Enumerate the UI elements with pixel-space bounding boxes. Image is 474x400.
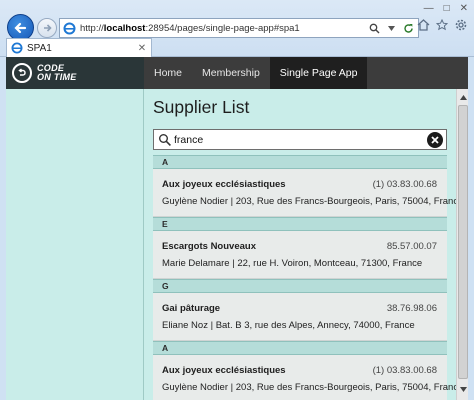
brand-logo[interactable]: CODE ON TIME <box>6 57 144 89</box>
browser-toolbar-icons <box>416 18 468 32</box>
group-header: E <box>153 217 447 231</box>
tab-close-button[interactable]: ✕ <box>136 43 148 54</box>
favorites-button[interactable] <box>435 18 449 32</box>
group-header: G <box>153 279 447 293</box>
supplier-name: Aux joyeux ecclésiastiques <box>162 179 286 190</box>
address-search-button[interactable] <box>367 21 381 35</box>
forward-button[interactable] <box>37 18 57 38</box>
chevron-up-icon <box>459 94 467 100</box>
star-icon <box>436 19 448 31</box>
supplier-address: Guylène Nodier | 203, Rue des Francs-Bou… <box>162 196 456 207</box>
list-item[interactable]: Escargots Nouveaux 85.57.00.07 Marie Del… <box>153 231 447 279</box>
scrollbar-thumb[interactable] <box>458 105 468 379</box>
supplier-address: Marie Delamare | 22, rue H. Voiron, Mont… <box>162 258 423 269</box>
ie-logo-icon <box>11 42 23 54</box>
supplier-phone: 38.76.98.06 <box>386 303 437 314</box>
scroll-up-button[interactable] <box>457 91 469 103</box>
clear-search-button[interactable] <box>427 131 443 148</box>
brand-text: CODE ON TIME <box>37 64 77 82</box>
page-title: Supplier List <box>153 97 250 117</box>
refresh-icon <box>403 23 413 33</box>
main-content: Supplier List france A Aux joyeux ecclés… <box>144 89 456 400</box>
dropdown-button[interactable] <box>384 21 398 35</box>
scroll-down-button[interactable] <box>457 383 469 395</box>
supplier-name: Aux joyeux ecclésiastiques <box>162 365 286 376</box>
sidebar <box>6 89 144 400</box>
list-item[interactable]: Aux joyeux ecclésiastiques (1) 03.83.00.… <box>153 355 456 400</box>
supplier-phone: 85.57.00.07 <box>386 241 437 252</box>
window-controls: — □ ✕ <box>424 3 468 14</box>
browser-chrome: — □ ✕ http://localhost:28954/pages/singl… <box>0 0 474 57</box>
sidebar-toggle-button[interactable] <box>12 63 32 83</box>
back-arrow-icon <box>18 68 26 76</box>
menu-item-home[interactable]: Home <box>144 57 192 89</box>
brand-text-bottom: ON TIME <box>37 72 77 82</box>
supplier-address: Eliane Noz | Bat. B 3, rue des Alpes, An… <box>162 320 415 331</box>
supplier-name: Gai pâturage <box>162 303 221 314</box>
supplier-phone: (1) 03.83.00.68 <box>372 365 437 376</box>
tab-title: SPA1 <box>27 42 52 54</box>
maximize-button[interactable]: □ <box>444 3 450 14</box>
search-input[interactable]: france <box>174 134 427 146</box>
list-item[interactable]: Aux joyeux ecclésiastiques (1) 03.83.00.… <box>153 169 456 217</box>
main-menu: Home Membership Single Page App <box>144 57 368 89</box>
group-header: A <box>153 155 447 169</box>
app-header: CODE ON TIME Home Membership Single Page… <box>6 57 468 89</box>
address-bar[interactable]: http://localhost:28954/pages/single-page… <box>59 18 419 38</box>
ie-logo-icon <box>63 22 76 34</box>
back-button[interactable] <box>7 14 34 41</box>
search-icon <box>159 133 171 146</box>
refresh-button[interactable] <box>401 21 415 35</box>
forward-arrow-icon <box>44 24 52 32</box>
settings-button[interactable] <box>454 18 468 32</box>
home-button[interactable] <box>416 18 430 32</box>
window-frame-right <box>468 57 474 400</box>
supplier-name: Escargots Nouveaux <box>162 241 256 252</box>
list-item[interactable]: Gai pâturage 38.76.98.06 Eliane Noz | Ba… <box>153 293 447 341</box>
minimize-button[interactable]: — <box>424 3 434 14</box>
back-arrow-icon <box>13 22 26 33</box>
supplier-phone: (1) 03.83.00.68 <box>372 179 437 190</box>
browser-tab[interactable]: SPA1 ✕ <box>6 38 152 57</box>
group-header: A <box>153 341 447 355</box>
menu-item-membership[interactable]: Membership <box>192 57 270 89</box>
supplier-list: A Aux joyeux ecclésiastiques (1) 03.83.0… <box>153 155 456 400</box>
window-close-button[interactable]: ✕ <box>460 3 468 14</box>
chevron-down-icon <box>459 386 467 392</box>
supplier-address: Guylène Nodier | 203, Rue des Francs-Bou… <box>162 382 456 393</box>
gear-icon <box>455 19 467 31</box>
address-url: http://localhost:28954/pages/single-page… <box>80 22 300 34</box>
close-icon <box>431 135 439 144</box>
home-icon <box>417 19 429 31</box>
chevron-down-icon <box>387 25 395 31</box>
search-box[interactable]: france <box>153 129 447 150</box>
search-icon <box>369 23 379 33</box>
menu-item-single-page-app[interactable]: Single Page App <box>269 57 368 89</box>
page-scrollbar[interactable] <box>456 89 468 400</box>
